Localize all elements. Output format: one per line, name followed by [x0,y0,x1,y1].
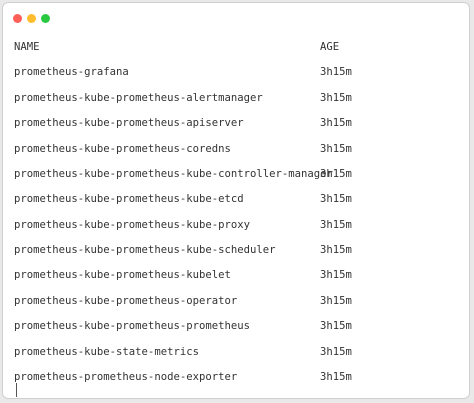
table-row: prometheus-kube-prometheus-prometheus 3h… [14,319,454,333]
row-name: prometheus-kube-prometheus-kube-controll… [14,168,333,180]
table-row: prometheus-kube-prometheus-kube-proxy 3h… [14,218,454,232]
row-age: 3h15m [320,168,352,180]
row-age: 3h15m [320,371,352,383]
table-row: prometheus-kube-prometheus-operator 3h15… [14,294,454,308]
row-age: 3h15m [320,346,352,358]
row-age: 3h15m [320,244,352,256]
table-row: prometheus-prometheus-node-exporter 3h15… [14,370,454,384]
header-age: AGE [320,41,340,53]
row-name: prometheus-kube-prometheus-kube-proxy [14,219,250,231]
row-name: prometheus-kube-prometheus-kubelet [14,269,231,281]
table-row: prometheus-kube-prometheus-alertmanager … [14,91,454,105]
row-age: 3h15m [320,66,352,78]
row-name: prometheus-kube-prometheus-coredns [14,143,231,155]
row-name: prometheus-kube-prometheus-operator [14,295,238,307]
table-row: prometheus-kube-prometheus-kube-etcd 3h1… [14,192,454,206]
table-row: prometheus-kube-prometheus-kube-controll… [14,167,454,181]
terminal-window: NAME AGE prometheus-grafana 3h15m promet… [2,2,470,399]
row-age: 3h15m [320,320,352,332]
table-row: prometheus-kube-prometheus-kubelet 3h15m [14,268,454,282]
header-name: NAME [14,41,40,53]
row-name: prometheus-kube-prometheus-kube-schedule… [14,244,276,256]
row-name: prometheus-grafana [14,66,129,78]
row-age: 3h15m [320,117,352,129]
close-window-button[interactable] [13,14,22,23]
row-name: prometheus-kube-state-metrics [14,346,199,358]
table-row: prometheus-kube-state-metrics 3h15m [14,345,454,359]
row-name: prometheus-kube-prometheus-prometheus [14,320,250,332]
table-row: prometheus-kube-prometheus-coredns 3h15m [14,142,454,156]
minimize-window-button[interactable] [27,14,36,23]
row-age: 3h15m [320,193,352,205]
table-row: prometheus-kube-prometheus-apiserver 3h1… [14,116,454,130]
row-age: 3h15m [320,295,352,307]
row-name: prometheus-kube-prometheus-kube-etcd [14,193,244,205]
row-age: 3h15m [320,143,352,155]
row-age: 3h15m [320,219,352,231]
text-cursor [16,383,17,397]
header-row: NAME AGE [14,40,454,54]
table-row: prometheus-grafana 3h15m [14,65,454,79]
row-age: 3h15m [320,269,352,281]
terminal-output[interactable]: NAME AGE prometheus-grafana 3h15m promet… [14,33,469,398]
title-bar [3,3,469,33]
table-row: prometheus-kube-prometheus-kube-schedule… [14,243,454,257]
zoom-window-button[interactable] [41,14,50,23]
row-name: prometheus-kube-prometheus-apiserver [14,117,244,129]
row-name: prometheus-prometheus-node-exporter [14,371,238,383]
row-name: prometheus-kube-prometheus-alertmanager [14,92,263,104]
row-age: 3h15m [320,92,352,104]
